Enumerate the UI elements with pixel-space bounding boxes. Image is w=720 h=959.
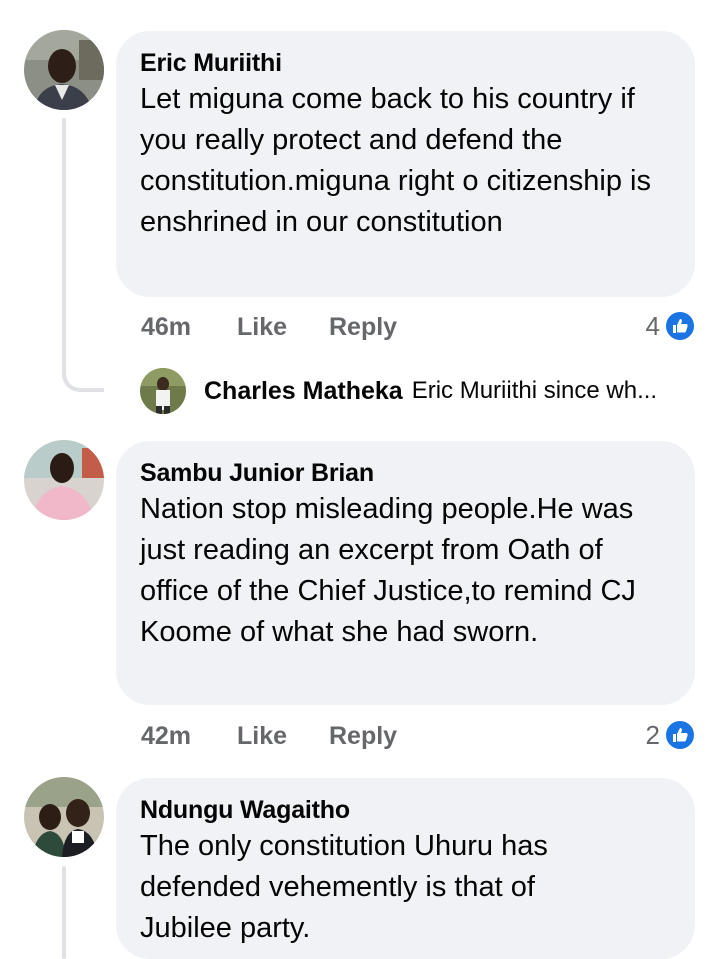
thread-line [62, 866, 66, 959]
comment-bubble: Sambu Junior Brian Nation stop misleadin… [116, 441, 695, 705]
comment-time[interactable]: 46m [141, 310, 191, 344]
avatar[interactable] [24, 777, 104, 857]
reply-preview[interactable]: Charles Matheka Eric Muriithi since wh..… [140, 368, 657, 414]
comment-actions: 46m Like Reply [141, 310, 696, 344]
reaction-summary[interactable]: 2 [646, 718, 696, 752]
like-button[interactable]: Like [237, 719, 287, 753]
avatar[interactable] [24, 30, 104, 110]
comment-author[interactable]: Sambu Junior Brian [140, 458, 675, 488]
comment-actions: 42m Like Reply [141, 719, 696, 753]
comment-bubble: Ndungu Wagaitho The only constitution Uh… [116, 778, 695, 959]
reaction-count: 4 [645, 310, 660, 341]
avatar[interactable] [140, 368, 186, 414]
reply-author[interactable]: Charles Matheka [204, 377, 403, 406]
thread-connector [62, 350, 104, 392]
comment-author[interactable]: Eric Muriithi [140, 48, 675, 78]
thumbs-up-icon [664, 719, 696, 751]
comment-time[interactable]: 42m [141, 719, 191, 753]
reply-button[interactable]: Reply [329, 719, 397, 753]
thumbs-up-icon [664, 310, 696, 342]
comment-text: Let miguna come back to his country if y… [140, 83, 651, 238]
thread-line [62, 118, 66, 358]
avatar[interactable] [24, 440, 104, 520]
comment-text: Nation stop misleading people.He was jus… [140, 493, 636, 648]
reply-button[interactable]: Reply [329, 310, 397, 344]
comment-text: The only constitution Uhuru has defended… [140, 830, 548, 944]
reaction-summary[interactable]: 4 [646, 309, 696, 343]
like-button[interactable]: Like [237, 310, 287, 344]
reply-text: Eric Muriithi since wh... [411, 377, 658, 404]
reaction-count: 2 [645, 719, 660, 750]
comment-author[interactable]: Ndungu Wagaitho [140, 795, 675, 825]
comment-bubble: Eric Muriithi Let miguna come back to hi… [116, 31, 695, 297]
